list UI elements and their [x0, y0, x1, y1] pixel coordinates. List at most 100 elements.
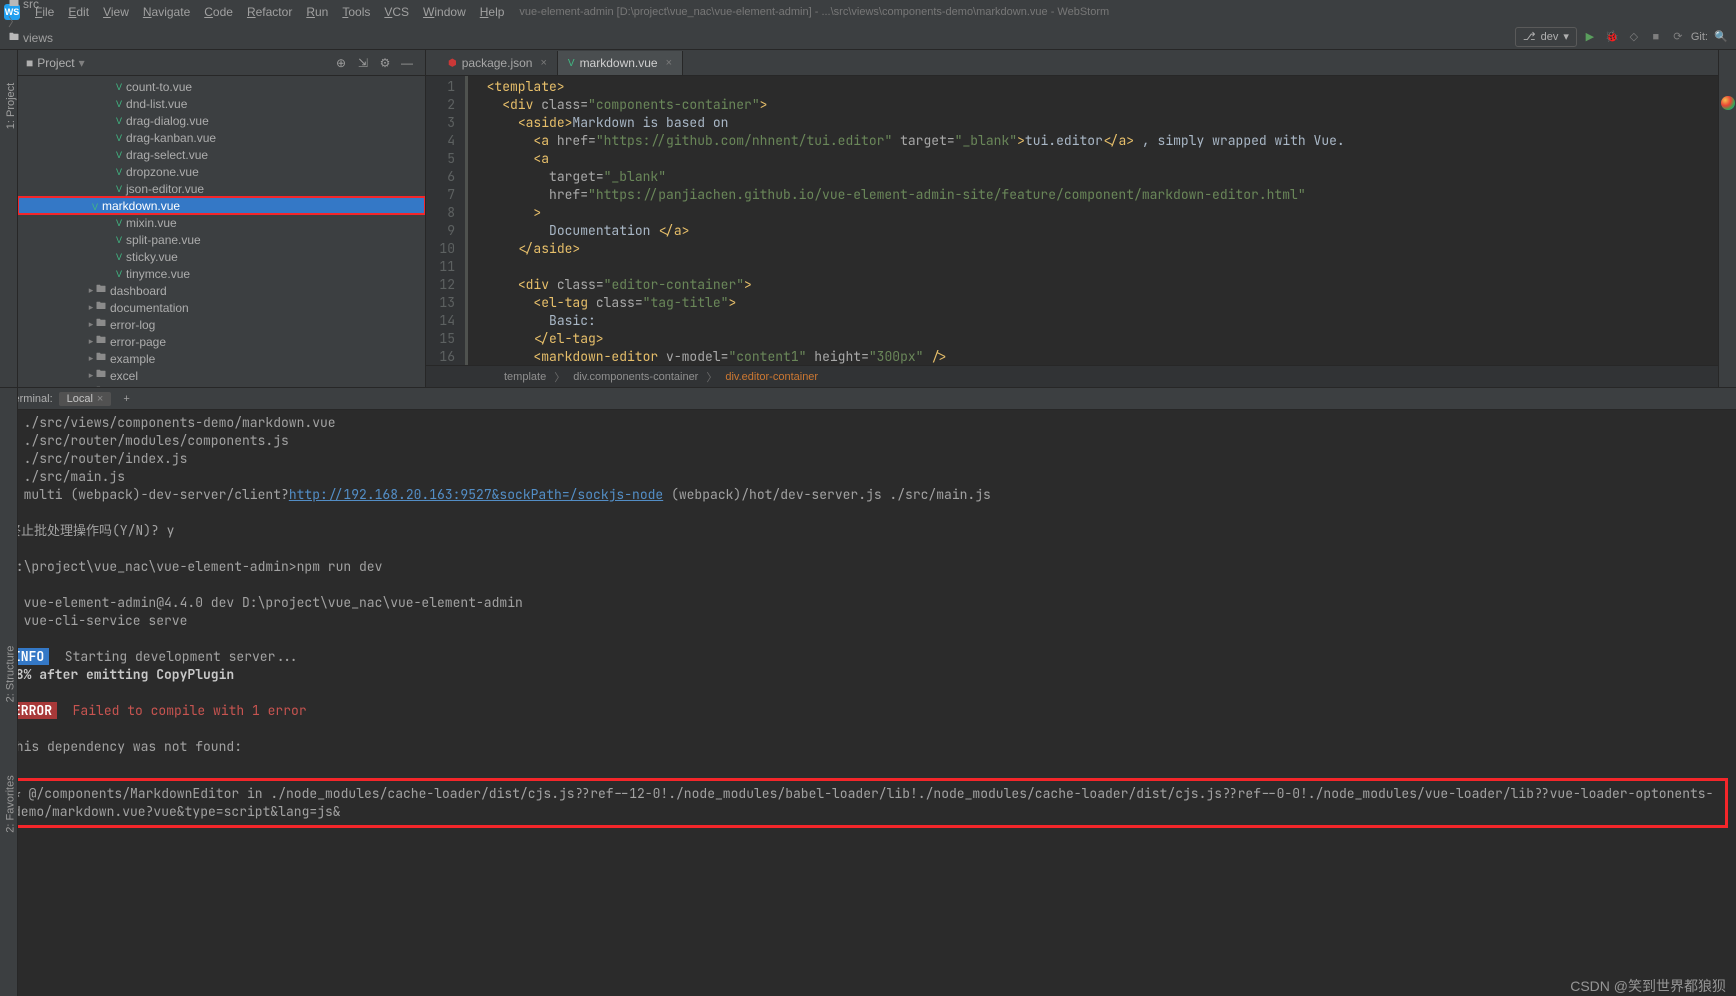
main-area: 1: Project ■ Project ▾ ⊕ ⇲ ⚙ — Vcount-to…: [0, 50, 1736, 387]
tree-file[interactable]: Vmarkdown.vue: [18, 197, 425, 214]
tree-folder[interactable]: ▸🖿guide: [18, 384, 425, 387]
menu-vcs[interactable]: VCS: [377, 3, 416, 21]
nav-crumb[interactable]: 🖿views: [6, 30, 129, 47]
editor-area: ⬢package.json×Vmarkdown.vue× 12345678910…: [426, 50, 1736, 387]
terminal-line: D:\project\vue_nac\vue-element-admin>npm…: [8, 558, 1728, 576]
terminal-line: 98% after emitting CopyPlugin: [8, 666, 1728, 684]
editor-tab[interactable]: Vmarkdown.vue×: [558, 51, 683, 75]
git-label: Git:: [1691, 28, 1708, 46]
menu-tools[interactable]: Tools: [335, 3, 377, 21]
search-button[interactable]: 🔍: [1712, 28, 1730, 46]
git-branch-label: dev: [1541, 31, 1559, 43]
terminal-panel: Terminal: Local × + @ ./src/views/compon…: [0, 387, 1736, 832]
close-icon[interactable]: ×: [540, 57, 546, 69]
terminal-line: 终止批处理操作吗(Y/N)? y: [8, 522, 1728, 540]
favorites-tool-tab[interactable]: 2: Favorites: [5, 775, 17, 832]
terminal-line: [8, 576, 1728, 594]
tree-file[interactable]: Vdrag-select.vue: [18, 146, 425, 163]
menu-navigate[interactable]: Navigate: [136, 3, 197, 21]
folder-icon: ■: [26, 56, 33, 70]
tree-file[interactable]: Vjson-editor.vue: [18, 180, 425, 197]
terminal-line: > vue-cli-service serve: [8, 612, 1728, 630]
debug-button[interactable]: 🐞: [1603, 28, 1621, 46]
terminal-line: [8, 630, 1728, 648]
run-coverage-button[interactable]: ◇: [1625, 28, 1643, 46]
tree-file[interactable]: Vdnd-list.vue: [18, 95, 425, 112]
locate-button[interactable]: ⊕: [331, 53, 351, 73]
git-branch-selector[interactable]: ⎇ dev ▾: [1515, 27, 1577, 47]
tree-folder[interactable]: ▸🖿documentation: [18, 299, 425, 316]
tree-file[interactable]: Vdrag-dialog.vue: [18, 112, 425, 129]
line-gutter: 1234567891011121314151617: [426, 76, 468, 365]
hide-button[interactable]: —: [397, 53, 417, 73]
error-highlight-box: * @/components/MarkdownEditor in ./node_…: [8, 778, 1728, 828]
tree-folder[interactable]: ▸🖿dashboard: [18, 282, 425, 299]
browser-icon[interactable]: [1721, 96, 1735, 110]
tree-file[interactable]: Vdrag-kanban.vue: [18, 129, 425, 146]
watermark: CSDN @笑到世界都狼狈: [1570, 976, 1726, 996]
terminal-line: INFO Starting development server...: [8, 648, 1728, 666]
right-tool-strip: [1718, 50, 1736, 387]
terminal-line: [8, 684, 1728, 702]
terminal-header: Terminal: Local × +: [0, 388, 1736, 410]
terminal-line: @ multi (webpack)-dev-server/client?http…: [8, 486, 1728, 504]
structure-tool-tab[interactable]: 2: Structure: [4, 646, 16, 703]
new-terminal-button[interactable]: +: [117, 393, 135, 405]
expand-all-button[interactable]: ⇲: [353, 53, 373, 73]
left-tool-strip: 1: Project: [0, 50, 18, 387]
close-icon[interactable]: ×: [97, 393, 103, 405]
tree-file[interactable]: Vsticky.vue: [18, 248, 425, 265]
terminal-line: @ ./src/router/modules/components.js: [8, 432, 1728, 450]
terminal-line: @ ./src/main.js: [8, 468, 1728, 486]
menu-run[interactable]: Run: [299, 3, 335, 21]
menu-help[interactable]: Help: [473, 3, 512, 21]
tree-file[interactable]: Vtinymce.vue: [18, 265, 425, 282]
terminal-line: > vue-element-admin@4.4.0 dev D:\project…: [8, 594, 1728, 612]
tree-file[interactable]: Vcount-to.vue: [18, 78, 425, 95]
terminal-line: ERROR Failed to compile with 1 error: [8, 702, 1728, 720]
window-title: vue-element-admin [D:\project\vue_nac\vu…: [519, 6, 1109, 18]
project-tree[interactable]: Vcount-to.vueVdnd-list.vueVdrag-dialog.v…: [18, 76, 425, 387]
terminal-line: [8, 720, 1728, 738]
tree-folder[interactable]: ▸🖿example: [18, 350, 425, 367]
update-project-button[interactable]: ⟳: [1669, 28, 1687, 46]
branch-icon: ⎇: [1523, 30, 1536, 43]
tree-folder[interactable]: ▸🖿error-log: [18, 316, 425, 333]
breadcrumb-item[interactable]: div.editor-container: [725, 371, 818, 383]
menu-window[interactable]: Window: [416, 3, 473, 21]
chevron-down-icon: ▾: [1563, 30, 1569, 43]
url-link[interactable]: http://192.168.20.163:9527&sockPath=/soc…: [289, 486, 663, 503]
stop-button[interactable]: ■: [1647, 28, 1665, 46]
nav-crumb[interactable]: 🖿src: [6, 0, 129, 13]
project-panel-title[interactable]: ■ Project ▾: [26, 56, 85, 70]
menu-refactor[interactable]: Refactor: [240, 3, 299, 21]
terminal-output[interactable]: @ ./src/views/components-demo/markdown.v…: [0, 410, 1736, 832]
terminal-line: [8, 540, 1728, 558]
project-panel-header: ■ Project ▾ ⊕ ⇲ ⚙ —: [18, 50, 425, 76]
breadcrumb-item[interactable]: template: [504, 371, 546, 383]
run-button[interactable]: ▶: [1581, 28, 1599, 46]
project-panel: ■ Project ▾ ⊕ ⇲ ⚙ — Vcount-to.vueVdnd-li…: [18, 50, 426, 387]
breadcrumb-item[interactable]: div.components-container: [573, 371, 698, 383]
code-editor[interactable]: 1234567891011121314151617 <template> <di…: [426, 76, 1736, 365]
terminal-tab[interactable]: Local ×: [59, 392, 112, 406]
tree-file[interactable]: Vmixin.vue: [18, 214, 425, 231]
tree-file[interactable]: Vdropzone.vue: [18, 163, 425, 180]
chevron-down-icon: ▾: [79, 56, 85, 70]
tree-file[interactable]: Vsplit-pane.vue: [18, 231, 425, 248]
editor-breadcrumb[interactable]: template〉div.components-container〉div.ed…: [426, 365, 1736, 387]
project-tool-tab[interactable]: 1: Project: [5, 83, 17, 129]
code-content[interactable]: <template> <div class="components-contai…: [468, 76, 1736, 365]
terminal-line: [8, 756, 1728, 774]
menu-code[interactable]: Code: [197, 3, 240, 21]
left-bottom-tool-strip: 2: Structure npm 2: Favorites: [0, 388, 18, 996]
tree-folder[interactable]: ▸🖿error-page: [18, 333, 425, 350]
nav-bar: 🖿vue-element-admin〉🖿src〉🖿views〉🖿componen…: [0, 24, 1736, 50]
terminal-line: This dependency was not found:: [8, 738, 1728, 756]
terminal-line: @ ./src/router/index.js: [8, 450, 1728, 468]
close-icon[interactable]: ×: [666, 57, 672, 69]
editor-tab[interactable]: ⬢package.json×: [438, 51, 558, 75]
title-bar: WS FileEditViewNavigateCodeRefactorRunTo…: [0, 0, 1736, 24]
tree-folder[interactable]: ▸🖿excel: [18, 367, 425, 384]
settings-icon[interactable]: ⚙: [375, 53, 395, 73]
